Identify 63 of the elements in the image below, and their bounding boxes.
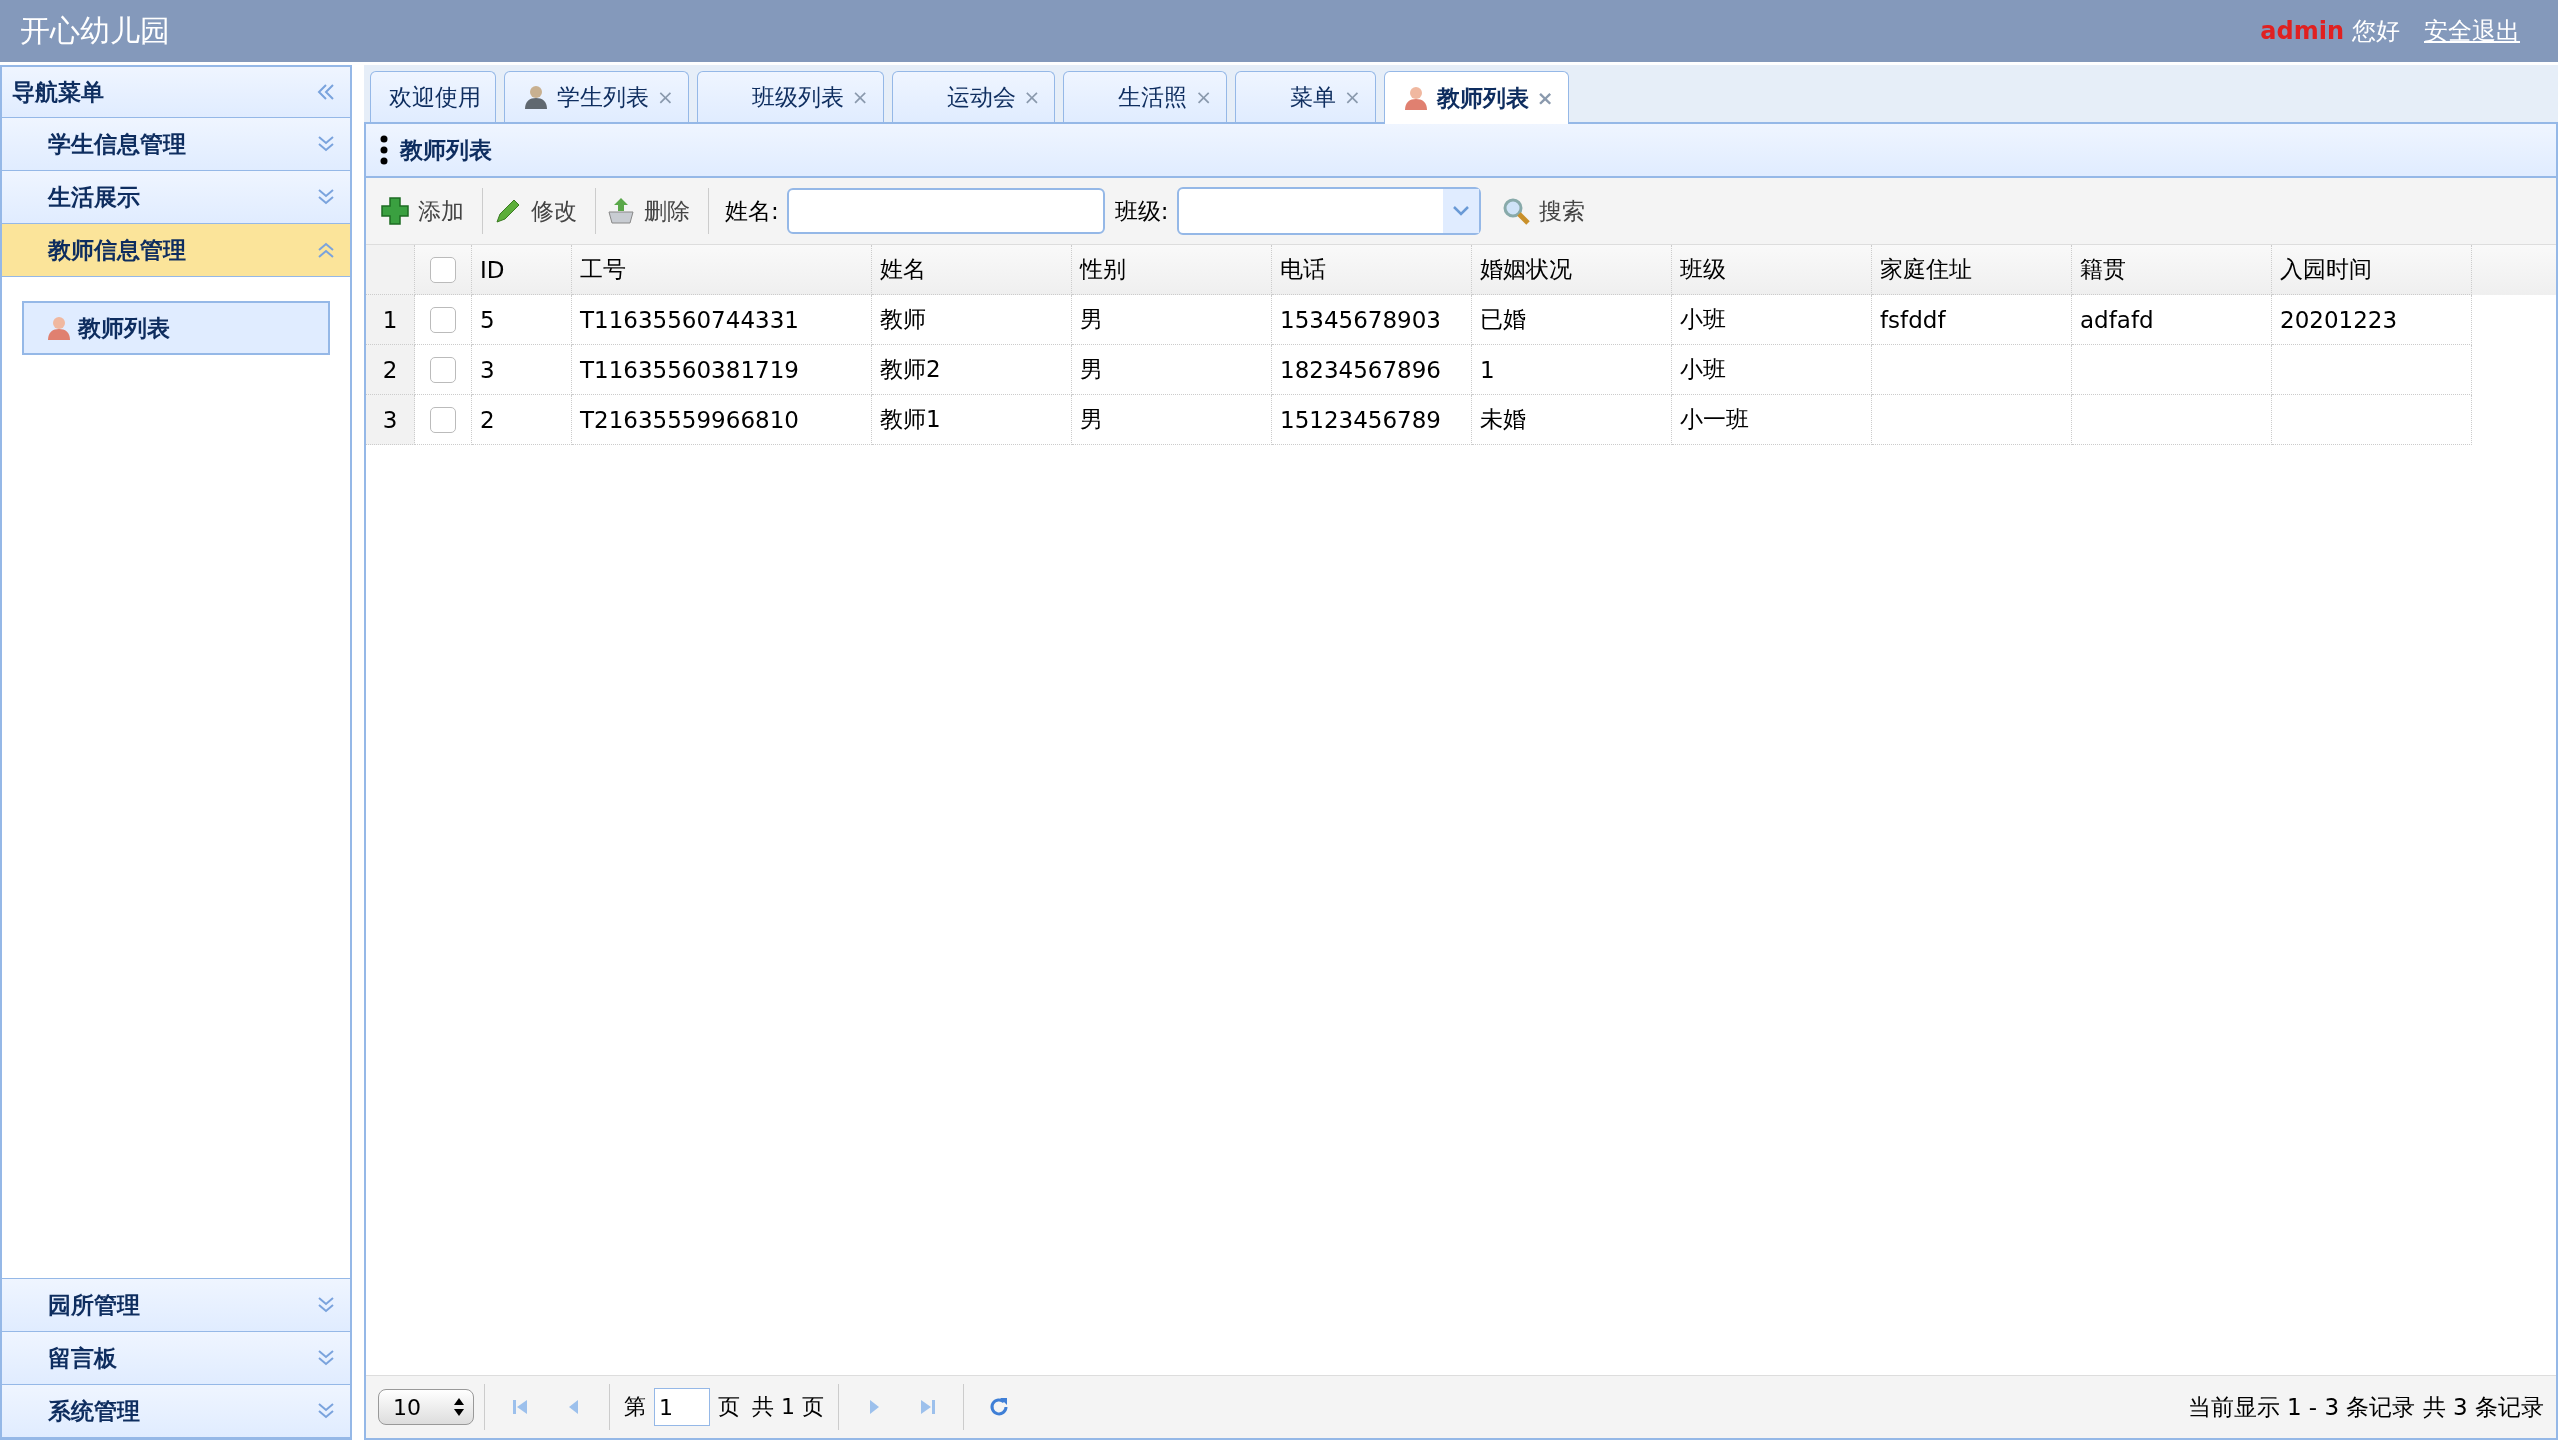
sidebar-section[interactable]: 学生信息管理 — [2, 118, 350, 171]
page-total: 共 1 页 — [752, 1393, 824, 1421]
menu-dots-icon — [380, 135, 388, 165]
username: admin — [2260, 17, 2344, 45]
collapse-icon[interactable] — [316, 240, 336, 260]
refresh-icon — [988, 1396, 1010, 1418]
class-select[interactable] — [1176, 187, 1481, 235]
person-icon — [1402, 85, 1429, 111]
table-cell: 教师1 — [872, 395, 1072, 445]
row-number: 1 — [366, 295, 415, 345]
app-title: 开心幼儿园 — [20, 11, 170, 50]
person-icon — [523, 84, 549, 110]
expand-icon[interactable] — [316, 1401, 336, 1421]
expand-icon[interactable] — [316, 1295, 336, 1315]
greeting: 您好 — [2352, 16, 2400, 47]
page-label: 第 — [624, 1393, 646, 1421]
record-summary: 当前显示 1 - 3 条记录 共 3 条记录 — [2187, 1392, 2544, 1422]
name-input[interactable] — [786, 188, 1105, 234]
tab[interactable]: 学生列表 × — [504, 71, 689, 122]
page-size-select[interactable]: 10 — [378, 1389, 474, 1425]
table-cell: T21635559966810 — [572, 395, 872, 445]
tab[interactable]: 运动会 × — [891, 71, 1056, 122]
updown-icon — [453, 1396, 465, 1418]
toolbar-button[interactable]: 添加 — [376, 186, 476, 236]
row-number: 2 — [366, 345, 415, 395]
table-cell: 15123456789 — [1272, 395, 1472, 445]
tab[interactable]: 菜单 × — [1235, 71, 1376, 122]
sidebar-section[interactable]: 园所管理 — [2, 1279, 350, 1332]
toolbar-button[interactable]: 删除 — [602, 186, 702, 236]
page-label: 页 — [718, 1393, 740, 1421]
field-label: 班级: — [1114, 196, 1169, 226]
toolbar-button[interactable]: 修改 — [489, 186, 589, 236]
collapse-icon[interactable] — [316, 82, 336, 102]
sidebar-section[interactable]: 生活展示 — [2, 171, 350, 224]
tab[interactable]: 教师列表 × — [1383, 71, 1569, 124]
tab[interactable]: 生活照 × — [1063, 71, 1228, 122]
checkbox[interactable] — [430, 306, 456, 333]
panel-title: 教师列表 — [400, 135, 492, 165]
sidebar-item[interactable]: 教师列表 — [22, 301, 330, 355]
sidebar-title: 导航菜单 — [12, 77, 104, 107]
sidebar-section[interactable]: 留言板 — [2, 1332, 350, 1385]
row-number: 3 — [366, 395, 415, 445]
checkbox[interactable] — [430, 406, 456, 433]
tab[interactable]: 班级列表 × — [696, 71, 884, 122]
table-cell: 未婚 — [1472, 395, 1672, 445]
basket-icon — [606, 196, 636, 226]
field-label: 姓名: — [725, 196, 779, 226]
chevron-down-icon — [1451, 205, 1470, 217]
sidebar-section[interactable]: 系统管理 — [2, 1385, 350, 1438]
sidebar-section[interactable]: 教师信息管理 — [2, 224, 350, 277]
search-button[interactable]: 搜索 — [1496, 186, 1597, 236]
page-input[interactable]: 1 — [654, 1388, 710, 1426]
expand-icon[interactable] — [316, 1348, 336, 1368]
table-cell: 小一班 — [1672, 395, 1872, 445]
table-cell: 男 — [1072, 395, 1272, 445]
expand-icon[interactable] — [316, 187, 336, 207]
expand-icon[interactable] — [316, 134, 336, 154]
table-cell: 2 — [472, 395, 572, 445]
plus-icon — [380, 196, 410, 226]
checkbox[interactable] — [430, 256, 456, 283]
person-icon — [46, 315, 72, 341]
tab[interactable]: 欢迎使用 — [370, 71, 496, 122]
checkbox[interactable] — [430, 356, 456, 383]
